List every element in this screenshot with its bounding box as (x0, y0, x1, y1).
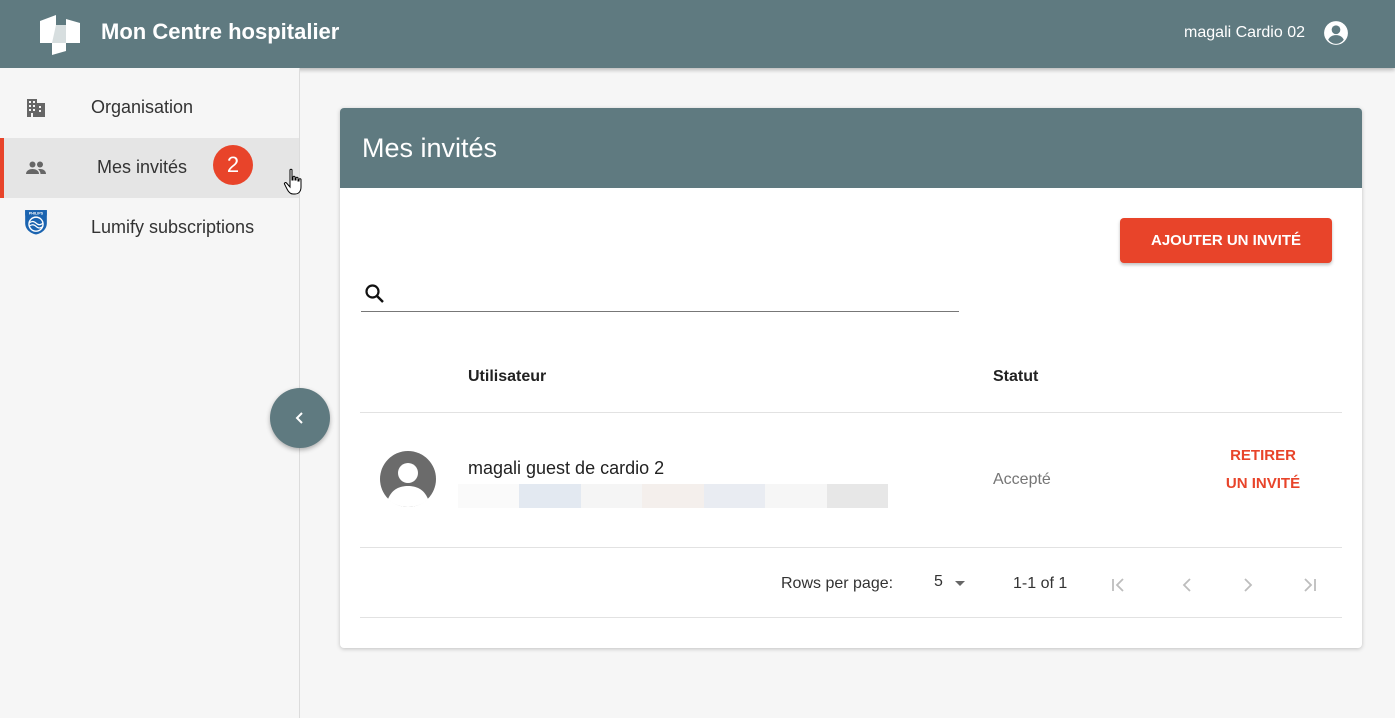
sidebar-item-label: Organisation (91, 97, 194, 117)
svg-text:PHILIPS: PHILIPS (29, 211, 44, 215)
add-guest-button[interactable]: AJOUTER UN INVITÉ (1120, 218, 1332, 263)
user-name[interactable]: magali Cardio 02 (1184, 24, 1305, 42)
hand-cursor-icon (283, 168, 302, 195)
building-icon (27, 99, 45, 117)
sidebar-item-organisation[interactable]: Organisation (0, 78, 299, 138)
search-field[interactable] (361, 276, 959, 312)
divider (360, 617, 1342, 618)
sidebar-item-lumify-subscriptions[interactable]: PHILIPS Lumify subscriptions (0, 198, 299, 258)
guest-name: magali guest de cardio 2 (468, 458, 665, 478)
previous-page-icon[interactable] (1176, 574, 1198, 596)
app-header: Mon Centre hospitalier magali Cardio 02 (0, 0, 1395, 68)
search-input[interactable] (395, 280, 955, 308)
sidebar-item-label: Lumify subscriptions (91, 217, 255, 237)
next-page-icon[interactable] (1237, 574, 1259, 596)
sidebar-item-mes-invites[interactable]: Mes invités (0, 138, 299, 198)
divider (360, 412, 1342, 413)
app-title: Mon Centre hospitalier (101, 19, 340, 44)
remove-guest-button[interactable]: RETIRER UN INVITÉ (1220, 442, 1306, 498)
people-icon (26, 161, 46, 174)
account-circle-icon[interactable] (1323, 20, 1349, 46)
page-title: Mes invités (362, 133, 498, 163)
chevron-left-icon (295, 412, 303, 424)
search-icon (365, 284, 384, 303)
hospital-logo-icon (40, 15, 80, 55)
sidebar: Organisation Mes invités PHILIPS Lumify … (0, 68, 300, 718)
sidebar-item-label: Mes invités (97, 157, 188, 177)
column-header-statut[interactable]: Statut (993, 368, 1038, 386)
sidebar-collapse-button[interactable] (270, 388, 330, 448)
last-page-icon[interactable] (1298, 574, 1320, 596)
rows-per-page-label: Rows per page: (781, 575, 894, 592)
first-page-icon[interactable] (1108, 574, 1130, 596)
rows-per-page-select[interactable]: 5 (934, 573, 943, 591)
column-header-utilisateur[interactable]: Utilisateur (468, 368, 546, 386)
redacted-email (458, 484, 888, 508)
step-badge: 2 (213, 145, 253, 185)
caret-down-icon[interactable] (954, 580, 966, 588)
pagination-range: 1-1 of 1 (1013, 575, 1068, 592)
guest-status: Accepté (993, 471, 1051, 488)
divider (360, 547, 1342, 548)
card-header: Mes invités (340, 108, 1362, 188)
guests-card: Mes invités AJOUTER UN INVITÉ Utilisateu… (340, 108, 1362, 648)
person-avatar-icon (380, 451, 436, 507)
philips-shield-icon: PHILIPS (25, 210, 47, 235)
